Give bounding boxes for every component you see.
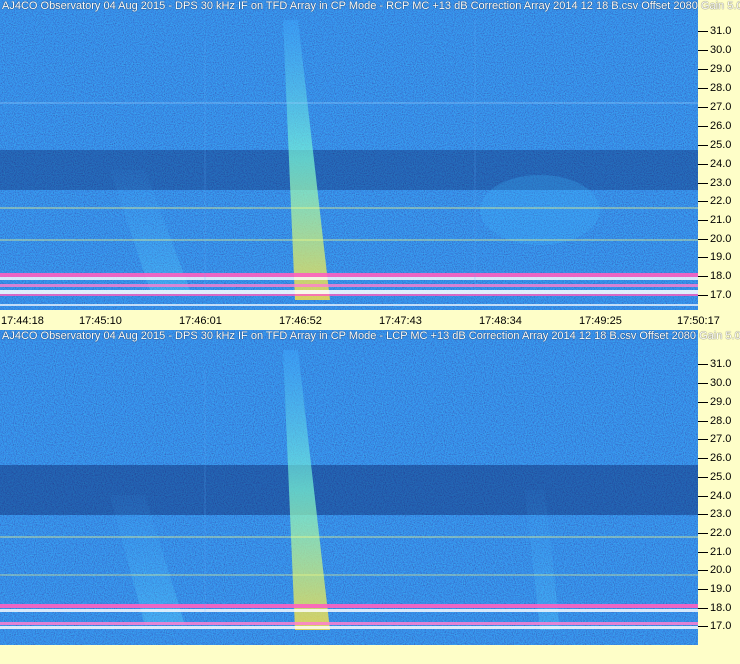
y-tick-label: 21.0 [698,214,731,226]
y-tick-label: 27.0 [698,101,731,113]
y-tick-label: 26.0 [698,120,731,132]
y-tick-label: 22.0 [698,195,731,207]
x-tick-label: 17:47:43 [379,315,422,327]
time-axis: 17:44:18 17:45:10 17:46:01 17:46:52 17:4… [0,310,740,330]
y-tick-label: 29.0 [698,396,731,408]
y-tick-label: 31.0 [698,25,731,37]
spectrogram-plot-lcp [0,330,698,645]
spectrogram-panel-rcp: AJ4CO Observatory 04 Aug 2015 - DPS 30 k… [0,0,740,310]
panel-title-rcp: AJ4CO Observatory 04 Aug 2015 - DPS 30 k… [2,0,740,12]
y-tick-label: 23.0 [698,508,731,520]
x-tick-label: 17:48:34 [479,315,522,327]
y-tick-label: 20.0 [698,564,731,576]
x-tick-label: 17:46:01 [179,315,222,327]
y-tick-label: 28.0 [698,82,731,94]
y-tick-label: 26.0 [698,452,731,464]
y-tick-label: 24.0 [698,158,731,170]
x-tick-label: 17:46:52 [279,315,322,327]
y-tick-label: 27.0 [698,433,731,445]
y-tick-label: 19.0 [698,251,731,263]
x-tick-label: 17:49:25 [579,315,622,327]
y-tick-label: 30.0 [698,377,731,389]
y-tick-label: 17.0 [698,620,731,632]
x-tick-label: 17:45:10 [79,315,122,327]
y-tick-label: 28.0 [698,415,731,427]
spectrogram-plot-rcp [0,0,698,310]
panel-title-lcp: AJ4CO Observatory 04 Aug 2015 - DPS 30 k… [2,330,740,342]
y-tick-label: 25.0 [698,471,731,483]
y-tick-label: 18.0 [698,602,731,614]
y-tick-label: 22.0 [698,527,731,539]
y-tick-label: 31.0 [698,358,731,370]
y-tick-label: 18.0 [698,270,731,282]
spectrogram-panel-lcp: AJ4CO Observatory 04 Aug 2015 - DPS 30 k… [0,330,740,645]
y-tick-label: 17.0 [698,289,731,301]
x-tick-label: 17:50:17 [677,315,720,327]
y-tick-label: 29.0 [698,63,731,75]
y-axis-rcp: 31.0 30.0 29.0 28.0 27.0 26.0 25.0 24.0 … [698,0,740,310]
y-tick-label: 25.0 [698,139,731,151]
y-tick-label: 21.0 [698,546,731,558]
y-tick-label: 30.0 [698,44,731,56]
y-axis-lcp: 31.0 30.0 29.0 28.0 27.0 26.0 25.0 24.0 … [698,330,740,645]
x-tick-label: 17:44:18 [1,315,44,327]
y-tick-label: 20.0 [698,233,731,245]
y-tick-label: 19.0 [698,583,731,595]
y-tick-label: 23.0 [698,177,731,189]
y-tick-label: 24.0 [698,490,731,502]
